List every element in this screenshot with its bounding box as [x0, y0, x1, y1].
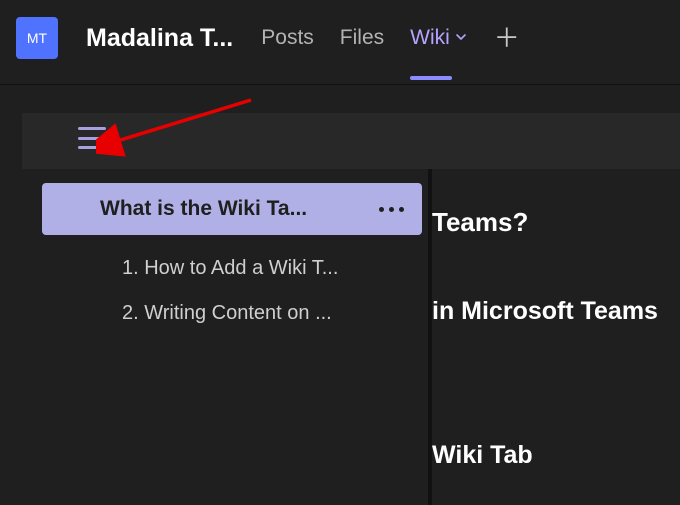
wiki-page-title: What is the Wiki Ta...	[100, 197, 307, 221]
wiki-columns: What is the Wiki Ta... 1. How to Add a W…	[22, 169, 680, 505]
tab-files-label: Files	[340, 26, 384, 50]
hamburger-icon	[78, 137, 106, 140]
chevron-down-icon	[454, 26, 468, 50]
toc-item[interactable]: 2. Writing Content on ...	[42, 302, 422, 325]
hamburger-icon	[78, 127, 106, 130]
app-header: MT Madalina T... Posts Files Wiki ＋	[0, 0, 680, 76]
more-options-button[interactable]	[379, 207, 404, 212]
team-name[interactable]: Madalina T...	[86, 24, 233, 53]
team-avatar[interactable]: MT	[16, 17, 58, 59]
toc-item[interactable]: 1. How to Add a Wiki T...	[42, 257, 422, 280]
tab-wiki-label: Wiki	[410, 26, 450, 50]
tab-posts[interactable]: Posts	[261, 26, 314, 50]
hamburger-icon	[78, 146, 106, 149]
wiki-content: Teams? in Microsoft Teams Wiki Tab	[432, 169, 680, 505]
add-tab-button[interactable]: ＋	[494, 25, 520, 51]
dots-icon	[379, 207, 384, 212]
wiki-sidebar: What is the Wiki Ta... 1. How to Add a W…	[22, 169, 432, 505]
dots-icon	[389, 207, 394, 212]
header-divider	[0, 84, 680, 85]
hamburger-menu-button[interactable]	[78, 127, 106, 149]
content-heading-fragment: in Microsoft Teams	[432, 297, 658, 326]
channel-tabs: Posts Files Wiki ＋	[261, 25, 520, 51]
tab-wiki[interactable]: Wiki	[410, 26, 468, 50]
wiki-page-selected[interactable]: What is the Wiki Ta...	[42, 183, 422, 235]
wiki-main: What is the Wiki Ta... 1. How to Add a W…	[22, 113, 680, 505]
dots-icon	[399, 207, 404, 212]
wiki-toolbar	[22, 113, 680, 169]
tab-posts-label: Posts	[261, 26, 314, 50]
content-heading-fragment: Wiki Tab	[432, 441, 533, 470]
content-heading-fragment: Teams?	[432, 207, 528, 238]
plus-icon: ＋	[494, 23, 520, 53]
avatar-initials: MT	[27, 30, 47, 46]
tab-files[interactable]: Files	[340, 26, 384, 50]
